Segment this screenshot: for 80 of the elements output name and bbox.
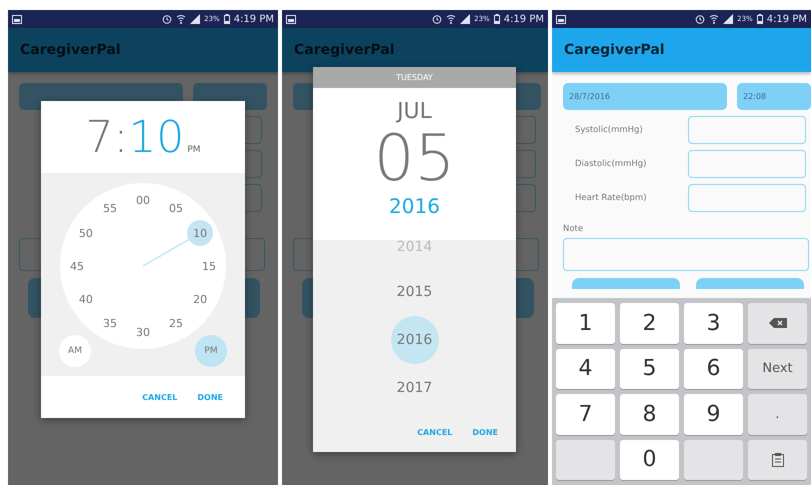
dialog-button[interactable]: DONE bbox=[189, 386, 231, 408]
hour-text[interactable]: 7 bbox=[85, 107, 114, 169]
wifi-icon bbox=[709, 14, 720, 24]
time-separator: : bbox=[113, 111, 128, 165]
digit-key[interactable]: 9 bbox=[684, 394, 743, 434]
clock-time: 4:19 PM bbox=[766, 14, 807, 24]
image-icon bbox=[286, 14, 296, 24]
blank-key[interactable] bbox=[684, 440, 743, 480]
digit-key[interactable]: 3 bbox=[684, 303, 743, 344]
form-button[interactable] bbox=[572, 278, 680, 289]
dialog-button[interactable]: CANCEL bbox=[409, 422, 460, 442]
digit-key[interactable]: 7 bbox=[556, 394, 615, 434]
backspace-icon bbox=[768, 318, 786, 328]
year-option[interactable]: 2016 bbox=[390, 316, 438, 364]
dial-number[interactable]: 30 bbox=[130, 319, 156, 345]
digit-key[interactable]: 2 bbox=[620, 303, 679, 344]
dial-number[interactable]: 55 bbox=[97, 196, 123, 222]
form-button[interactable] bbox=[696, 278, 804, 289]
dial-number[interactable]: 20 bbox=[187, 286, 214, 312]
wifi-icon bbox=[446, 14, 456, 24]
dialog-button[interactable]: DONE bbox=[464, 422, 506, 442]
clock-time: 4:19 PM bbox=[504, 14, 544, 24]
year-text[interactable]: 2016 bbox=[389, 192, 440, 220]
field-label: Heart Rate(bpm) bbox=[574, 193, 648, 203]
signal-icon bbox=[190, 14, 200, 24]
clock-hand[interactable] bbox=[142, 238, 190, 267]
minute-text[interactable]: 10 bbox=[128, 107, 184, 169]
meridiem-text[interactable]: PM bbox=[187, 145, 201, 155]
digit-key[interactable]: 6 bbox=[684, 348, 743, 389]
note-label: Note bbox=[563, 224, 584, 234]
period-toggle[interactable]: PM bbox=[195, 335, 227, 367]
dial-number[interactable]: 45 bbox=[64, 253, 90, 279]
period-toggle[interactable]: AM bbox=[59, 335, 91, 367]
dial-number[interactable]: 40 bbox=[72, 286, 99, 312]
app-title: CaregiverPal bbox=[294, 42, 395, 58]
clipboard-icon bbox=[772, 452, 784, 467]
field-label: Diastolic(mmHg) bbox=[574, 159, 648, 169]
alarm-icon bbox=[695, 14, 706, 24]
alarm-icon bbox=[432, 14, 442, 24]
digit-key[interactable]: 0 bbox=[620, 440, 679, 480]
input-field[interactable] bbox=[688, 150, 806, 178]
alarm-icon bbox=[162, 14, 172, 24]
app-title: CaregiverPal bbox=[564, 42, 665, 58]
image-icon bbox=[12, 14, 22, 24]
digit-key[interactable]: 1 bbox=[556, 303, 615, 344]
digit-key[interactable]: 8 bbox=[620, 394, 679, 434]
field-label: Systolic(mmHg) bbox=[574, 125, 644, 135]
day-text[interactable]: 05 bbox=[374, 126, 456, 192]
input-field[interactable] bbox=[688, 116, 806, 144]
backspace-key[interactable] bbox=[748, 303, 807, 344]
year-option[interactable]: 2015 bbox=[390, 268, 438, 316]
month-text[interactable]: JUL bbox=[397, 98, 432, 126]
app-title: CaregiverPal bbox=[20, 42, 121, 58]
battery-icon bbox=[494, 14, 500, 24]
clock-time: 4:19 PM bbox=[234, 14, 274, 24]
clipboard-key[interactable] bbox=[748, 440, 807, 480]
weekday-header: TUESDAY bbox=[313, 67, 516, 88]
wifi-icon bbox=[176, 14, 186, 24]
year-option[interactable]: 2017 bbox=[390, 364, 438, 412]
next-key[interactable]: Next bbox=[748, 348, 807, 389]
battery-icon bbox=[224, 14, 230, 24]
date-field[interactable]: 28/7/2016 bbox=[563, 83, 727, 110]
dialog-button[interactable]: CANCEL bbox=[134, 386, 186, 408]
symbol-key[interactable]: . bbox=[748, 394, 807, 434]
dial-number[interactable]: 35 bbox=[97, 310, 123, 336]
dial-number[interactable]: 00 bbox=[130, 187, 156, 213]
blank-key[interactable] bbox=[556, 440, 615, 480]
digit-key[interactable]: 4 bbox=[556, 348, 615, 389]
dial-number[interactable]: 25 bbox=[163, 310, 189, 336]
time-field[interactable]: 22:08 bbox=[737, 83, 811, 110]
note-input[interactable] bbox=[563, 238, 809, 271]
battery-icon bbox=[756, 14, 763, 24]
digit-key[interactable]: 5 bbox=[620, 348, 679, 389]
signal-icon bbox=[460, 14, 470, 24]
dial-number[interactable]: 50 bbox=[72, 220, 99, 246]
dial-number[interactable]: 15 bbox=[196, 253, 222, 279]
input-field[interactable] bbox=[688, 184, 806, 212]
image-icon bbox=[556, 14, 566, 24]
dial-number[interactable]: 05 bbox=[163, 196, 189, 222]
signal-icon bbox=[723, 14, 734, 24]
